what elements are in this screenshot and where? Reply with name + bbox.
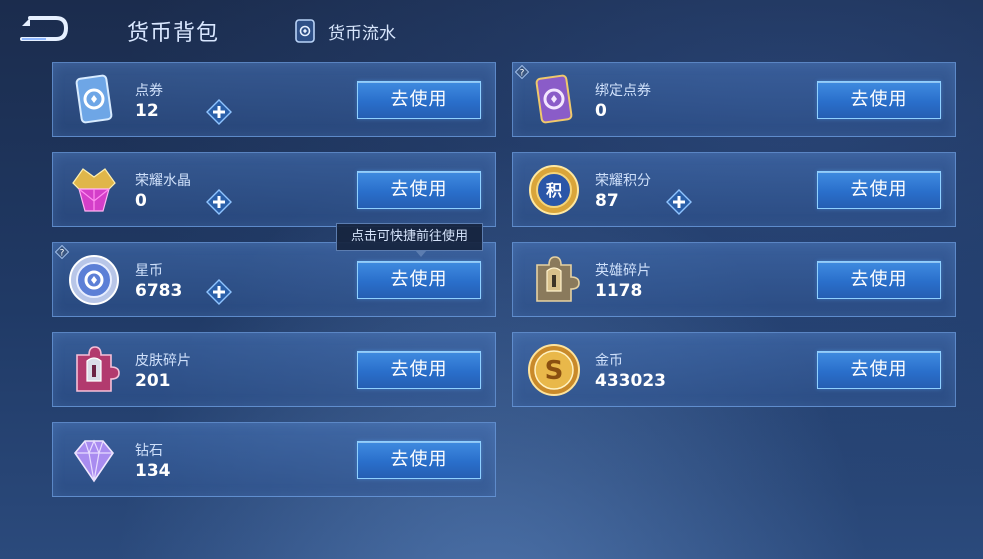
currency-amount: 12 xyxy=(135,101,159,121)
glory-points-icon: 积 xyxy=(525,161,583,219)
currency-name: 点券 xyxy=(135,83,163,99)
svg-text:积: 积 xyxy=(546,181,562,200)
gold-coin-icon: S xyxy=(525,341,583,399)
use-skin-fragment-button[interactable]: 去使用 xyxy=(357,351,481,389)
star-coin-icon xyxy=(65,251,123,309)
plus-icon xyxy=(206,279,232,305)
skin-fragment-icon xyxy=(65,341,123,399)
svg-text:S: S xyxy=(545,356,564,386)
currency-card-hero-fragment: 英雄碎片 1178 去使用 xyxy=(512,242,956,317)
svg-text:?: ? xyxy=(520,69,525,79)
currency-name: 荣耀积分 xyxy=(595,173,651,189)
use-star-coin-button[interactable]: 去使用 xyxy=(357,261,481,299)
use-voucher-button[interactable]: 去使用 xyxy=(357,81,481,119)
currency-amount: 0 xyxy=(135,191,147,211)
plus-icon xyxy=(206,189,232,215)
currency-card-glory-crystal: 荣耀水晶 0 去使用 xyxy=(52,152,496,227)
currency-name: 绑定点券 xyxy=(595,83,651,99)
header-bar: 货币背包 货币流水 xyxy=(0,0,983,60)
bound-voucher-card-icon xyxy=(525,71,583,129)
use-glory-crystal-button[interactable]: 去使用 xyxy=(357,171,481,209)
use-diamond-button[interactable]: 去使用 xyxy=(357,441,481,479)
page-title: 货币背包 xyxy=(127,21,220,46)
use-glory-points-button[interactable]: 去使用 xyxy=(817,171,941,209)
use-bound-voucher-button[interactable]: 去使用 xyxy=(817,81,941,119)
currency-name: 英雄碎片 xyxy=(595,263,651,279)
add-glory-points-button[interactable] xyxy=(666,189,692,215)
add-star-coin-button[interactable] xyxy=(206,279,232,305)
currency-card-skin-fragment: 皮肤碎片 201 去使用 xyxy=(52,332,496,407)
currency-name: 皮肤碎片 xyxy=(135,353,191,369)
tooltip-arrow xyxy=(415,250,427,257)
currency-name: 星币 xyxy=(135,263,163,279)
currency-amount: 0 xyxy=(595,101,607,121)
currency-amount: 433023 xyxy=(595,371,666,391)
currency-name: 金币 xyxy=(595,353,623,369)
currency-amount: 134 xyxy=(135,461,171,481)
currency-flow-link[interactable]: 货币流水 xyxy=(292,16,396,46)
hero-fragment-icon xyxy=(525,251,583,309)
currency-amount: 201 xyxy=(135,371,171,391)
add-glory-crystal-button[interactable] xyxy=(206,189,232,215)
currency-amount: 1178 xyxy=(595,281,643,301)
currency-card-glory-points: 积 荣耀积分 87 去使用 xyxy=(512,152,956,227)
currency-amount: 6783 xyxy=(135,281,183,301)
currency-amount: 87 xyxy=(595,191,619,211)
currency-card-diamond: 钻石 134 去使用 xyxy=(52,422,496,497)
back-button[interactable] xyxy=(16,12,70,46)
currency-name: 荣耀水晶 xyxy=(135,173,191,189)
currency-card-star-coin: ? 星币 6783 去使用 xyxy=(52,242,496,317)
currency-card-gold-coin: S 金币 433023 去使用 xyxy=(512,332,956,407)
add-voucher-button[interactable] xyxy=(206,99,232,125)
diamond-icon xyxy=(65,431,123,489)
quick-use-tooltip: 点击可快捷前往使用 xyxy=(336,223,484,257)
back-arrow-icon xyxy=(20,16,69,41)
currency-flow-label: 货币流水 xyxy=(328,23,396,44)
tooltip-text: 点击可快捷前往使用 xyxy=(351,229,469,244)
plus-icon xyxy=(206,99,232,125)
currency-card-voucher: 点券 12 去使用 xyxy=(52,62,496,137)
plus-icon xyxy=(666,189,692,215)
use-gold-coin-button[interactable]: 去使用 xyxy=(817,351,941,389)
glory-crystal-icon xyxy=(65,161,123,219)
voucher-card-icon xyxy=(65,71,123,129)
currency-name: 钻石 xyxy=(135,443,163,459)
currency-flow-icon xyxy=(295,19,315,43)
use-hero-fragment-button[interactable]: 去使用 xyxy=(817,261,941,299)
currency-card-bound-voucher: ? 绑定点券 0 去使用 xyxy=(512,62,956,137)
svg-text:?: ? xyxy=(60,249,65,259)
